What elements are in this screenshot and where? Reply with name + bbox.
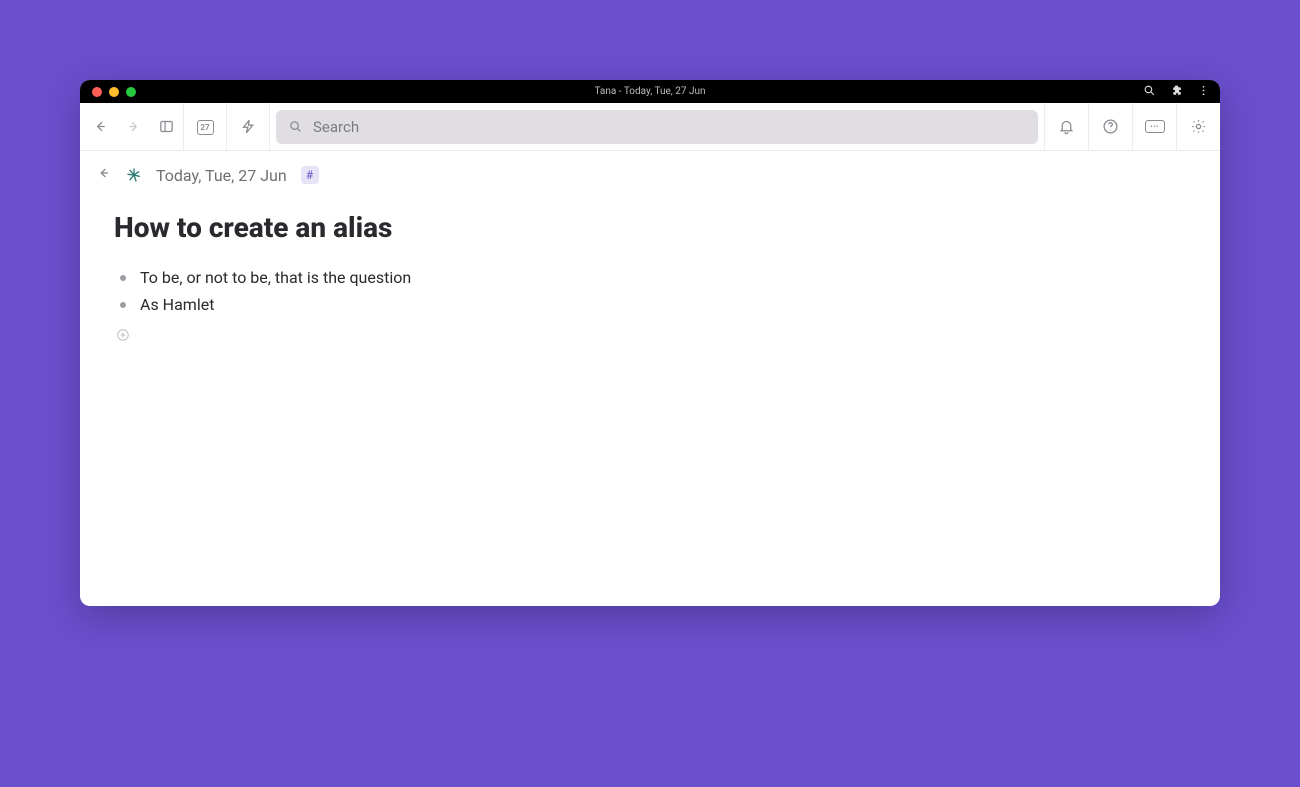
gear-icon [1190,118,1207,135]
bell-icon [1058,118,1075,135]
add-node-button[interactable] [116,328,130,342]
breadcrumb-back-button[interactable] [96,165,112,185]
help-button[interactable] [1088,103,1132,150]
quick-action-button[interactable] [227,103,269,150]
minimize-window-button[interactable] [109,87,119,97]
nav-back-button[interactable] [84,103,117,150]
breadcrumb-text[interactable]: Today, Tue, 27 Jun [156,166,287,185]
breadcrumb: Today, Tue, 27 Jun # [80,151,1220,193]
app-window: Tana - Today, Tue, 27 Jun [80,80,1220,606]
traffic-lights [80,87,136,97]
calendar-icon: 27 [197,118,214,135]
bullet-icon [120,302,126,308]
maximize-window-button[interactable] [126,87,136,97]
settings-button[interactable] [1176,103,1220,150]
sidebar-toggle-button[interactable] [150,103,183,150]
search-icon [288,119,303,134]
search-input[interactable]: Search [276,110,1038,144]
more-icon[interactable] [1197,82,1210,101]
list-item[interactable]: As Hamlet [114,291,1186,318]
page-title[interactable]: How to create an alias [114,211,1186,244]
keyboard-shortcuts-button[interactable]: ••• [1132,103,1176,150]
search-icon[interactable] [1143,82,1156,101]
titlebar-right [1143,82,1210,101]
close-window-button[interactable] [92,87,102,97]
list-item[interactable]: To be, or not to be, that is the questio… [114,264,1186,291]
plus-circle-icon [116,328,130,342]
tag-badge[interactable]: # [301,166,319,184]
help-icon [1102,118,1119,135]
list-item-text: To be, or not to be, that is the questio… [140,268,411,287]
bullet-icon [120,275,126,281]
bullet-list: To be, or not to be, that is the questio… [114,264,1186,318]
notifications-button[interactable] [1044,103,1088,150]
titlebar: Tana - Today, Tue, 27 Jun [80,80,1220,103]
tana-logo-icon[interactable] [126,167,142,183]
keyboard-icon: ••• [1145,120,1165,133]
toolbar: 27 Search ••• [80,103,1220,151]
calendar-button[interactable]: 27 [184,103,226,150]
list-item-text: As Hamlet [140,295,214,314]
window-title: Tana - Today, Tue, 27 Jun [594,86,705,97]
search-placeholder: Search [313,118,359,136]
extension-icon[interactable] [1170,82,1183,101]
lightning-icon [240,118,257,135]
nav-forward-button[interactable] [117,103,150,150]
content: How to create an alias To be, or not to … [80,193,1220,606]
